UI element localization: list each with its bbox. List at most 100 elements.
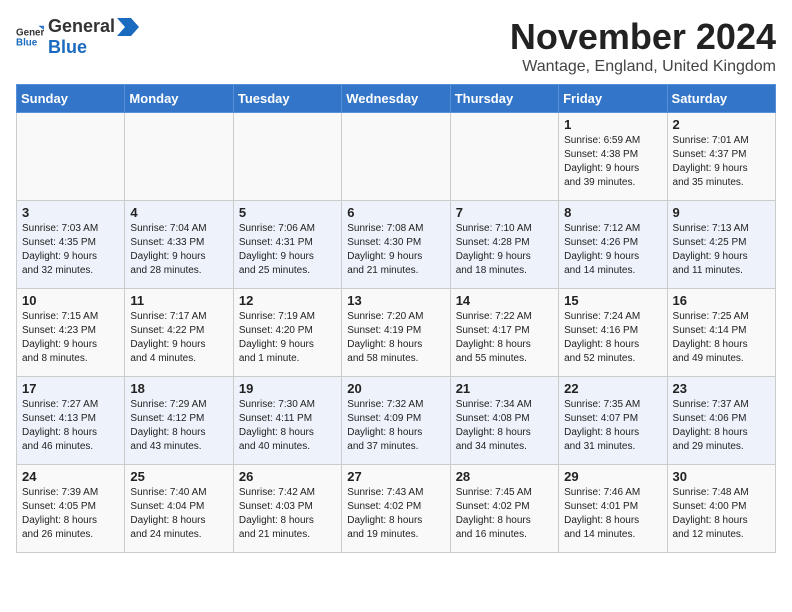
day-number: 29	[564, 469, 661, 484]
svg-text:Blue: Blue	[16, 37, 38, 48]
day-number: 2	[673, 117, 770, 132]
day-info: Sunrise: 7:03 AM Sunset: 4:35 PM Dayligh…	[22, 222, 119, 278]
location-title: Wantage, England, United Kingdom	[510, 58, 776, 76]
day-info: Sunrise: 7:29 AM Sunset: 4:12 PM Dayligh…	[130, 398, 227, 454]
day-info: Sunrise: 7:34 AM Sunset: 4:08 PM Dayligh…	[456, 398, 553, 454]
calendar-week-row: 1 Sunrise: 6:59 AM Sunset: 4:38 PM Daylig…	[17, 113, 776, 201]
day-info: Sunrise: 7:20 AM Sunset: 4:19 PM Dayligh…	[347, 310, 444, 366]
day-info: Sunrise: 7:22 AM Sunset: 4:17 PM Dayligh…	[456, 310, 553, 366]
calendar-cell	[450, 113, 558, 201]
calendar-cell: 13 Sunrise: 7:20 AM Sunset: 4:19 PM Dayli…	[342, 289, 450, 377]
day-info: Sunrise: 7:04 AM Sunset: 4:33 PM Dayligh…	[130, 222, 227, 278]
weekday-header-saturday: Saturday	[667, 85, 775, 113]
calendar-cell: 29 Sunrise: 7:46 AM Sunset: 4:01 PM Dayli…	[559, 465, 667, 553]
day-number: 9	[673, 205, 770, 220]
calendar-week-row: 10Sunrise: 7:15 AM Sunset: 4:23 PM Dayli…	[17, 289, 776, 377]
day-number: 6	[347, 205, 444, 220]
calendar-cell: 6Sunrise: 7:08 AM Sunset: 4:30 PM Daylig…	[342, 201, 450, 289]
calendar-cell: 17 Sunrise: 7:27 AM Sunset: 4:13 PM Dayli…	[17, 377, 125, 465]
day-number: 13	[347, 293, 444, 308]
day-info: Sunrise: 7:42 AM Sunset: 4:03 PM Dayligh…	[239, 486, 336, 542]
day-info: Sunrise: 7:27 AM Sunset: 4:13 PM Dayligh…	[22, 398, 119, 454]
calendar-cell	[233, 113, 341, 201]
day-number: 3	[22, 205, 119, 220]
calendar-cell	[17, 113, 125, 201]
weekday-header-thursday: Thursday	[450, 85, 558, 113]
calendar-cell: 16 Sunrise: 7:25 AM Sunset: 4:14 PM Dayli…	[667, 289, 775, 377]
day-number: 21	[456, 381, 553, 396]
calendar-week-row: 17 Sunrise: 7:27 AM Sunset: 4:13 PM Dayli…	[17, 377, 776, 465]
calendar-cell: 27Sunrise: 7:43 AM Sunset: 4:02 PM Dayli…	[342, 465, 450, 553]
day-number: 28	[456, 469, 553, 484]
weekday-header-tuesday: Tuesday	[233, 85, 341, 113]
day-info: Sunrise: 7:30 AM Sunset: 4:11 PM Dayligh…	[239, 398, 336, 454]
day-info: Sunrise: 7:06 AM Sunset: 4:31 PM Dayligh…	[239, 222, 336, 278]
day-info: Sunrise: 6:59 AM Sunset: 4:38 PM Dayligh…	[564, 134, 661, 190]
logo-arrow-icon	[117, 18, 139, 36]
day-number: 11	[130, 293, 227, 308]
day-info: Sunrise: 7:12 AM Sunset: 4:26 PM Dayligh…	[564, 222, 661, 278]
calendar-cell: 5Sunrise: 7:06 AM Sunset: 4:31 PM Daylig…	[233, 201, 341, 289]
calendar-cell: 30 Sunrise: 7:48 AM Sunset: 4:00 PM Dayli…	[667, 465, 775, 553]
calendar-cell: 1 Sunrise: 6:59 AM Sunset: 4:38 PM Daylig…	[559, 113, 667, 201]
day-number: 8	[564, 205, 661, 220]
header-section: General Blue General Blue November 2024 …	[16, 16, 776, 76]
calendar-cell: 9Sunrise: 7:13 AM Sunset: 4:25 PM Daylig…	[667, 201, 775, 289]
day-number: 15	[564, 293, 661, 308]
calendar-cell: 24Sunrise: 7:39 AM Sunset: 4:05 PM Dayli…	[17, 465, 125, 553]
day-info: Sunrise: 7:40 AM Sunset: 4:04 PM Dayligh…	[130, 486, 227, 542]
day-info: Sunrise: 7:45 AM Sunset: 4:02 PM Dayligh…	[456, 486, 553, 542]
day-info: Sunrise: 7:48 AM Sunset: 4:00 PM Dayligh…	[673, 486, 770, 542]
day-number: 20	[347, 381, 444, 396]
day-number: 26	[239, 469, 336, 484]
logo-text-blue: Blue	[48, 37, 87, 57]
calendar-cell: 22Sunrise: 7:35 AM Sunset: 4:07 PM Dayli…	[559, 377, 667, 465]
day-info: Sunrise: 7:17 AM Sunset: 4:22 PM Dayligh…	[130, 310, 227, 366]
calendar-body: 1 Sunrise: 6:59 AM Sunset: 4:38 PM Daylig…	[17, 113, 776, 553]
day-number: 23	[673, 381, 770, 396]
day-info: Sunrise: 7:25 AM Sunset: 4:14 PM Dayligh…	[673, 310, 770, 366]
logo-icon: General Blue	[16, 23, 44, 51]
calendar-cell: 23Sunrise: 7:37 AM Sunset: 4:06 PM Dayli…	[667, 377, 775, 465]
calendar-cell: 3 Sunrise: 7:03 AM Sunset: 4:35 PM Daylig…	[17, 201, 125, 289]
weekday-header-row: SundayMondayTuesdayWednesdayThursdayFrid…	[17, 85, 776, 113]
calendar-cell: 15 Sunrise: 7:24 AM Sunset: 4:16 PM Dayli…	[559, 289, 667, 377]
weekday-header-monday: Monday	[125, 85, 233, 113]
day-number: 12	[239, 293, 336, 308]
calendar-cell: 25 Sunrise: 7:40 AM Sunset: 4:04 PM Dayli…	[125, 465, 233, 553]
day-number: 7	[456, 205, 553, 220]
calendar-cell: 28 Sunrise: 7:45 AM Sunset: 4:02 PM Dayli…	[450, 465, 558, 553]
calendar-header: SundayMondayTuesdayWednesdayThursdayFrid…	[17, 85, 776, 113]
calendar-week-row: 24Sunrise: 7:39 AM Sunset: 4:05 PM Dayli…	[17, 465, 776, 553]
day-info: Sunrise: 7:39 AM Sunset: 4:05 PM Dayligh…	[22, 486, 119, 542]
calendar-week-row: 3 Sunrise: 7:03 AM Sunset: 4:35 PM Daylig…	[17, 201, 776, 289]
day-number: 1	[564, 117, 661, 132]
calendar-cell: 21 Sunrise: 7:34 AM Sunset: 4:08 PM Dayli…	[450, 377, 558, 465]
day-number: 10	[22, 293, 119, 308]
day-number: 30	[673, 469, 770, 484]
calendar-cell: 26 Sunrise: 7:42 AM Sunset: 4:03 PM Dayli…	[233, 465, 341, 553]
weekday-header-wednesday: Wednesday	[342, 85, 450, 113]
calendar-cell: 8 Sunrise: 7:12 AM Sunset: 4:26 PM Daylig…	[559, 201, 667, 289]
day-info: Sunrise: 7:19 AM Sunset: 4:20 PM Dayligh…	[239, 310, 336, 366]
day-number: 16	[673, 293, 770, 308]
calendar-cell	[342, 113, 450, 201]
day-number: 19	[239, 381, 336, 396]
calendar-cell: 7 Sunrise: 7:10 AM Sunset: 4:28 PM Daylig…	[450, 201, 558, 289]
calendar-cell: 10Sunrise: 7:15 AM Sunset: 4:23 PM Dayli…	[17, 289, 125, 377]
day-info: Sunrise: 7:10 AM Sunset: 4:28 PM Dayligh…	[456, 222, 553, 278]
weekday-header-sunday: Sunday	[17, 85, 125, 113]
day-info: Sunrise: 7:46 AM Sunset: 4:01 PM Dayligh…	[564, 486, 661, 542]
day-number: 18	[130, 381, 227, 396]
calendar-cell: 11 Sunrise: 7:17 AM Sunset: 4:22 PM Dayli…	[125, 289, 233, 377]
calendar-cell: 20 Sunrise: 7:32 AM Sunset: 4:09 PM Dayli…	[342, 377, 450, 465]
calendar-cell: 19 Sunrise: 7:30 AM Sunset: 4:11 PM Dayli…	[233, 377, 341, 465]
day-info: Sunrise: 7:32 AM Sunset: 4:09 PM Dayligh…	[347, 398, 444, 454]
day-number: 25	[130, 469, 227, 484]
day-number: 14	[456, 293, 553, 308]
day-info: Sunrise: 7:24 AM Sunset: 4:16 PM Dayligh…	[564, 310, 661, 366]
logo: General Blue General Blue	[16, 16, 139, 58]
day-info: Sunrise: 7:43 AM Sunset: 4:02 PM Dayligh…	[347, 486, 444, 542]
calendar-cell: 2Sunrise: 7:01 AM Sunset: 4:37 PM Daylig…	[667, 113, 775, 201]
day-number: 17	[22, 381, 119, 396]
